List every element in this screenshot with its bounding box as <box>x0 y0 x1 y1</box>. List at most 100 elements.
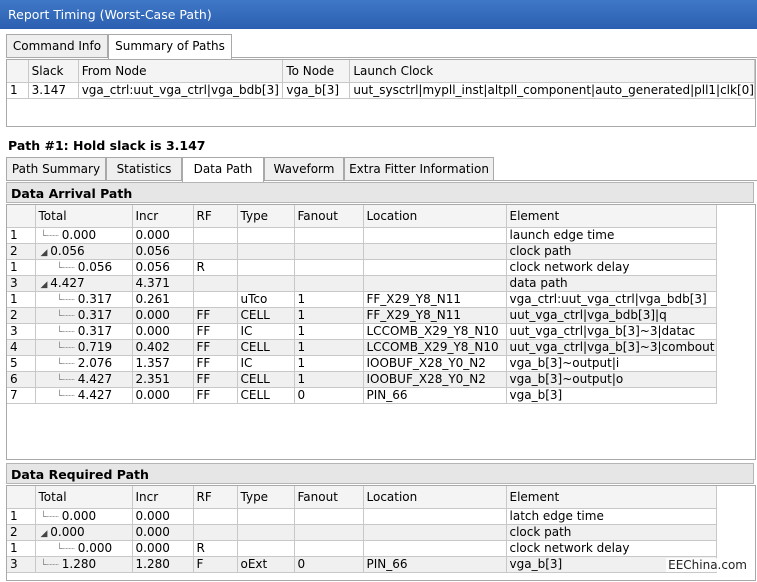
required-cell-c0: 1 <box>7 508 36 525</box>
arrival-col-header[interactable] <box>7 205 36 228</box>
arrival-total-value: 4.427 <box>77 388 113 402</box>
arrival-cell-element: vga_b[3]~output|i <box>506 355 717 372</box>
tab-summary-of-paths[interactable]: Summary of Paths <box>108 34 232 59</box>
required-col-header[interactable]: Fanout <box>294 486 364 509</box>
tree-connector-icon: └┈┈ <box>56 263 78 274</box>
arrival-cell-location: FF_X29_Y8_N11 <box>363 307 507 324</box>
arrival-cell-element: clock path <box>506 243 717 260</box>
summary-table: Slack From Node To Node Launch Clock 1 3.147… <box>6 59 756 127</box>
arrival-cell-location: LCCOMB_X29_Y8_N10 <box>363 323 507 340</box>
arrival-cell-location <box>363 259 507 276</box>
required-cell-total: └┈┈ 1.280 <box>35 556 133 573</box>
top-tab-bar: Command Info Summary of Paths <box>0 34 757 59</box>
arrival-cell-total: └┈┈ 0.000 <box>35 227 133 244</box>
tree-connector-icon: └┈┈ <box>40 560 62 571</box>
summary-cell: uut_sysctrl|mypll_inst|altpll_component|… <box>349 82 755 99</box>
arrival-cell-fanout: 1 <box>294 339 364 356</box>
required-cell-rf <box>193 508 238 525</box>
summary-col-header[interactable]: Launch Clock <box>349 60 755 83</box>
arrival-col-header[interactable]: Element <box>506 205 717 228</box>
required-table: Total Incr RF Type Fanout Location Element 1 └┈… <box>6 485 756 581</box>
arrival-col-header[interactable]: Total <box>35 205 133 228</box>
arrival-row[interactable]: 7 └┈┈ 4.427 0.000 FF CELL 0 PIN_66 vga_b[3] <box>7 387 717 404</box>
collapse-triangle-icon[interactable]: ◢ <box>41 280 51 290</box>
summary-col-header[interactable]: Slack <box>28 60 79 83</box>
arrival-cell-fanout: 0 <box>294 387 364 404</box>
arrival-cell-element: uut_vga_ctrl|vga_bdb[3]|q <box>506 307 717 324</box>
arrival-cell-incr: 0.000 <box>132 387 194 404</box>
arrival-col-header[interactable]: Incr <box>132 205 194 228</box>
arrival-cell-type <box>237 259 295 276</box>
required-row[interactable]: 1 └┈┈ 0.000 0.000 latch edge time <box>7 508 717 525</box>
required-col-header[interactable]: Incr <box>132 486 194 509</box>
required-row[interactable]: 2 ◢ 0.000 0.000 clock path <box>7 524 717 541</box>
arrival-cell-rf: R <box>193 259 238 276</box>
required-cell-incr: 1.280 <box>132 556 194 573</box>
arrival-row[interactable]: 3 └┈┈ 0.317 0.000 FF IC 1 LCCOMB_X29_Y8_N10 uut… <box>7 323 717 340</box>
required-row[interactable]: 1 └┈┈ 0.000 0.000 Rclock network delay <box>7 540 717 557</box>
required-cell-incr: 0.000 <box>132 540 194 557</box>
summary-col-header[interactable]: From Node <box>78 60 284 83</box>
collapse-triangle-icon[interactable]: ◢ <box>41 248 51 258</box>
required-col-header[interactable] <box>7 486 36 509</box>
detail-tab-divider <box>6 180 757 181</box>
tab-path-summary[interactable]: Path Summary <box>6 157 106 180</box>
arrival-cell-type: CELL <box>237 371 295 388</box>
summary-col-header[interactable]: To Node <box>282 60 351 83</box>
summary-col-header[interactable] <box>7 60 29 83</box>
tab-command-info[interactable]: Command Info <box>6 34 108 57</box>
required-col-header[interactable]: RF <box>193 486 238 509</box>
required-total-value: 0.000 <box>61 509 97 523</box>
required-col-header[interactable]: Type <box>237 486 295 509</box>
arrival-cell-fanout <box>294 243 364 260</box>
collapse-triangle-icon[interactable]: ◢ <box>41 529 51 539</box>
arrival-cell-rf: FF <box>193 307 238 324</box>
tab-statistics[interactable]: Statistics <box>106 157 182 180</box>
arrival-cell-incr: 0.056 <box>132 243 194 260</box>
arrival-total-value: 0.056 <box>50 244 85 258</box>
arrival-cell-rf: FF <box>193 339 238 356</box>
window-title: Report Timing (Worst-Case Path) <box>0 0 757 29</box>
arrival-cell-rf <box>193 227 238 244</box>
arrival-cell-incr: 0.000 <box>132 227 194 244</box>
tab-data-path[interactable]: Data Path <box>182 157 264 182</box>
tree-connector-icon: └┈┈ <box>56 327 78 338</box>
arrival-cell-type <box>237 243 295 260</box>
arrival-cell-incr: 1.357 <box>132 355 194 372</box>
arrival-cell-element: vga_b[3] <box>506 387 717 404</box>
arrival-row[interactable]: 2 └┈┈ 0.317 0.000 FF CELL 1 FF_X29_Y8_N11 uut_v… <box>7 307 717 324</box>
arrival-row[interactable]: 1 └┈┈ 0.000 0.000 launch edge time <box>7 227 717 244</box>
required-cell-c0: 3 <box>7 556 36 573</box>
arrival-cell-incr: 4.371 <box>132 275 194 292</box>
arrival-cell-total: ◢ 0.056 <box>35 243 133 260</box>
arrival-cell-type <box>237 227 295 244</box>
summary-cell: 1 <box>7 82 29 99</box>
arrival-row[interactable]: 2 ◢ 0.056 0.056 clock path <box>7 243 717 260</box>
arrival-row[interactable]: 6 └┈┈ 4.427 2.351 FF CELL 1 IOOBUF_X28_Y0_N2 vg… <box>7 371 717 388</box>
required-col-header[interactable]: Total <box>35 486 133 509</box>
arrival-col-header[interactable]: Fanout <box>294 205 364 228</box>
arrival-cell-rf <box>193 291 238 308</box>
required-col-header[interactable]: Location <box>363 486 507 509</box>
tab-waveform[interactable]: Waveform <box>264 157 344 180</box>
arrival-row[interactable]: 1 └┈┈ 0.317 0.261 uTco 1 FF_X29_Y8_N11 vga_ctr… <box>7 291 717 308</box>
arrival-row[interactable]: 5 └┈┈ 2.076 1.357 FF IC 1 IOOBUF_X28_Y0_N2 vga_… <box>7 355 717 372</box>
arrival-col-header[interactable]: Type <box>237 205 295 228</box>
arrival-total-value: 0.719 <box>77 340 113 354</box>
arrival-col-header[interactable]: RF <box>193 205 238 228</box>
arrival-total-value: 0.317 <box>77 292 113 306</box>
required-cell-c0: 1 <box>7 540 36 557</box>
arrival-col-header[interactable]: Location <box>363 205 507 228</box>
arrival-cell-fanout <box>294 227 364 244</box>
summary-row[interactable]: 1 3.147 vga_ctrl:uut_vga_ctrl|vga_bdb[3] vg… <box>7 82 755 99</box>
required-row[interactable]: 3 └┈┈ 1.280 1.280 FoExt 0 PIN_66 vga_b[3] <box>7 556 717 573</box>
tree-connector-icon: └┈┈ <box>56 391 78 402</box>
arrival-row[interactable]: 1 └┈┈ 0.056 0.056 Rclock network delay <box>7 259 717 276</box>
arrival-row[interactable]: 3 ◢ 4.427 4.371 data path <box>7 275 717 292</box>
arrival-row[interactable]: 4 └┈┈ 0.719 0.402 FF CELL 1 LCCOMB_X29_Y8_N10 u… <box>7 339 717 356</box>
arrival-cell-location <box>363 275 507 292</box>
required-col-header[interactable]: Element <box>506 486 717 509</box>
arrival-cell-fanout: 1 <box>294 323 364 340</box>
arrival-cell-incr: 0.000 <box>132 307 194 324</box>
tab-extra-fitter-information[interactable]: Extra Fitter Information <box>344 157 494 180</box>
